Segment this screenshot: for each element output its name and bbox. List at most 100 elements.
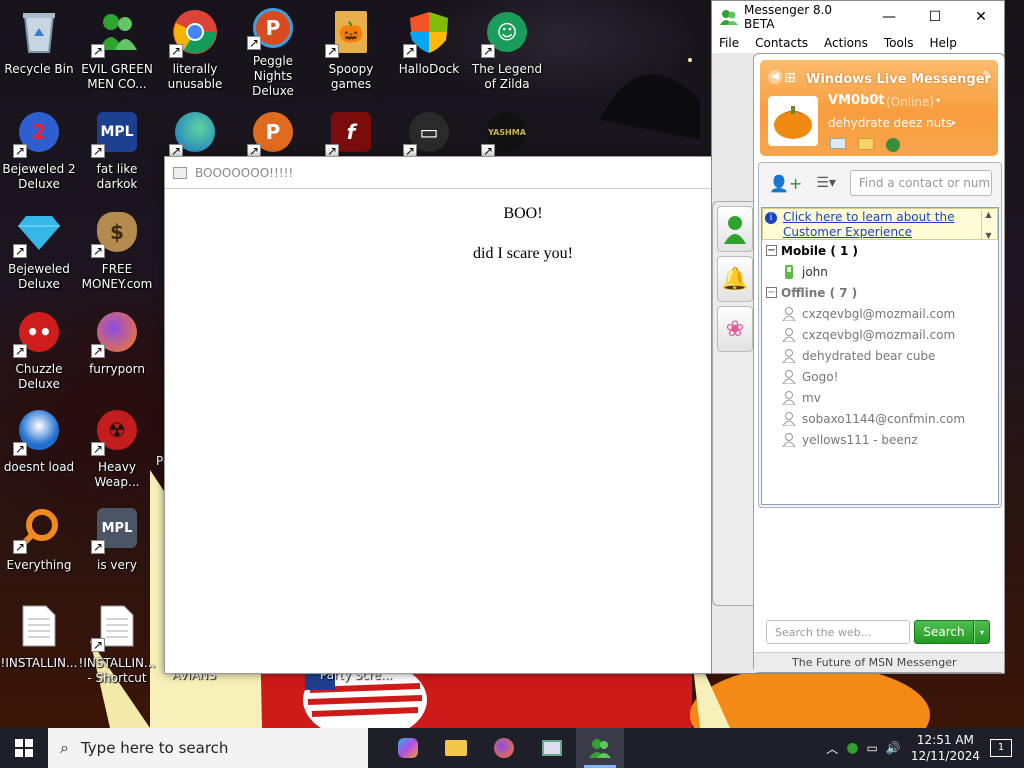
spaces-globe-icon[interactable] xyxy=(886,138,900,152)
group-mobile[interactable]: − Mobile ( 1 ) xyxy=(762,240,998,261)
folder-icon: 🎃 xyxy=(335,11,367,53)
messenger-logo-icon xyxy=(720,9,738,25)
contact-john[interactable]: john xyxy=(762,261,998,282)
menu-tools[interactable]: Tools xyxy=(884,36,914,50)
desktop-icon-peggle-nights[interactable]: P ↗ Peggle Nights Deluxe xyxy=(234,4,312,98)
taskbar-messenger[interactable] xyxy=(576,728,624,768)
collapse-icon[interactable]: − xyxy=(766,287,777,298)
minimize-button[interactable]: — xyxy=(866,1,912,32)
contact-item[interactable]: cxzqevbgl@mozmail.com xyxy=(762,324,998,345)
desktop-icon-is-very[interactable]: MPL ↗ is very xyxy=(78,500,156,592)
offline-person-icon xyxy=(782,369,796,384)
desktop-icon-fat-like-darkok[interactable]: MPL ↗ fat like darkok xyxy=(78,104,156,196)
group-offline[interactable]: − Offline ( 7 ) xyxy=(762,282,998,303)
messenger-title-bar[interactable]: Messenger 8.0 BETA — ☐ ✕ xyxy=(712,1,1004,32)
messenger-window[interactable]: Messenger 8.0 BETA — ☐ ✕ File Contacts A… xyxy=(711,0,1005,674)
notifications-icon[interactable]: 1 xyxy=(990,739,1012,757)
shortcut-arrow-icon: ↗ xyxy=(13,244,27,258)
shortcut-arrow-icon: ↗ xyxy=(247,36,261,50)
desktop-icon-spoopy-games[interactable]: 🎃 ↗ Spoopy games xyxy=(312,4,390,96)
taskbar-popup-app[interactable] xyxy=(528,728,576,768)
menu-contacts[interactable]: Contacts xyxy=(755,36,808,50)
find-contact-input[interactable]: Find a contact or number xyxy=(849,170,992,196)
offline-person-icon xyxy=(782,306,796,321)
scroll-up-icon[interactable]: ▲ xyxy=(985,210,991,219)
network-icon[interactable]: ▭ xyxy=(867,741,878,755)
status-dropdown-icon[interactable]: ▾ xyxy=(936,96,940,105)
contact-item[interactable]: sobaxo1144@confmin.com xyxy=(762,408,998,429)
menu-file[interactable]: File xyxy=(719,36,739,50)
boo-popup-window[interactable]: BOOOOOOO!!!!! BOO! did I scare you! xyxy=(164,156,712,674)
search-icon: ⌕ xyxy=(60,738,69,757)
contact-item[interactable]: mv xyxy=(762,387,998,408)
desktop-icon-thunderbird[interactable]: ↗ doesnt load xyxy=(0,402,78,494)
mail-icon[interactable] xyxy=(830,138,846,149)
desktop-icon-chuzzle[interactable]: •• ↗ Chuzzle Deluxe xyxy=(0,304,78,396)
menu-help[interactable]: Help xyxy=(929,36,956,50)
collapse-icon[interactable]: − xyxy=(766,245,777,256)
tab-contacts[interactable] xyxy=(717,206,753,252)
desktop-icon-firefox[interactable]: ↗ furryporn xyxy=(78,304,156,396)
avatar[interactable] xyxy=(768,96,818,146)
desktop-icon-hallodock[interactable]: ↗ HalloDock xyxy=(390,4,468,96)
tab-fun[interactable]: ❀ xyxy=(717,306,753,352)
butterfly-icon: ❀ xyxy=(725,316,745,342)
web-search-input[interactable]: Search the web... xyxy=(766,620,910,644)
personal-message[interactable]: dehydrate deez nuts xyxy=(828,116,952,130)
shortcut-arrow-icon: ↗ xyxy=(91,144,105,158)
windows-flag-icon: ⊞ xyxy=(784,70,796,86)
customize-brush-icon[interactable]: ✎ xyxy=(982,68,992,82)
search-button[interactable]: Search xyxy=(914,620,974,644)
contact-list-panel: 👤+ ☰▾ Find a contact or number i Click h… xyxy=(758,162,1002,508)
desktop-icon-chrome[interactable]: ↗ literally unusable xyxy=(156,4,234,96)
online-status[interactable]: (Online) xyxy=(886,95,934,109)
desktop-icon-everything[interactable]: ↗ Everything xyxy=(0,500,78,592)
clock[interactable]: 12:51 AM 12/11/2024 xyxy=(911,732,980,764)
taskbar-firefox[interactable] xyxy=(480,728,528,768)
scroll-down-icon[interactable]: ▼ xyxy=(985,231,991,240)
desktop-icon-bejeweled[interactable]: ↗ Bejeweled Deluxe xyxy=(0,204,78,296)
taskbar-search-box[interactable]: ⌕ Type here to search xyxy=(48,728,368,768)
back-arrow-icon[interactable]: ◀ xyxy=(768,70,782,84)
desktop-icon-installing-shortcut[interactable]: ↗ !INSTALLIN... - Shortcut xyxy=(78,598,156,690)
shortcut-arrow-icon: ↗ xyxy=(91,540,105,554)
desktop-icon-evil-green-men[interactable]: ↗ EVIL GREEN MEN CO... xyxy=(78,4,156,96)
contact-item[interactable]: yellows111 - beenz xyxy=(762,429,998,450)
folder-icon[interactable] xyxy=(858,138,874,150)
close-button[interactable]: ✕ xyxy=(958,1,1004,32)
start-button[interactable] xyxy=(0,728,48,768)
desktop-icon-heavy-weapon[interactable]: ☢ ↗ Heavy Weap... xyxy=(78,402,156,494)
menu-actions[interactable]: Actions xyxy=(824,36,868,50)
tab-alerts[interactable]: 🔔 xyxy=(717,256,753,302)
desktop-icon-installing[interactable]: !INSTALLIN... xyxy=(0,598,78,690)
speaker-icon[interactable]: 🔊 xyxy=(886,741,901,755)
notice-scrollbar[interactable]: ▲ ▼ xyxy=(981,210,995,240)
contact-item[interactable]: cxzqevbgl@mozmail.com xyxy=(762,303,998,324)
maximize-button[interactable]: ☐ xyxy=(912,1,958,32)
firefox-icon xyxy=(494,738,514,758)
messenger-main-panel: ◀ ⊞ Windows Live Messenger ✎ VM0b0t (Onl… xyxy=(753,53,1005,673)
shortcut-arrow-icon: ↗ xyxy=(91,244,105,258)
mobile-phone-icon xyxy=(785,264,793,279)
partial-icon-label: P xyxy=(156,454,164,468)
search-dropdown-icon[interactable]: ▾ xyxy=(974,620,990,644)
taskbar-file-explorer[interactable] xyxy=(432,728,480,768)
desktop-icon-free-money[interactable]: $ ↗ FREE MONEY.com xyxy=(78,204,156,296)
messenger-tray-icon[interactable]: ● xyxy=(846,740,858,756)
customer-experience-link[interactable]: Click here to learn about the Customer E… xyxy=(783,210,981,240)
desktop-icon-bejeweled-2[interactable]: 2 ↗ Bejeweled 2 Deluxe xyxy=(0,104,78,196)
view-options-icon[interactable]: ☰▾ xyxy=(816,175,836,191)
desktop-icon-recycle-bin[interactable]: Recycle Bin xyxy=(0,4,78,96)
messenger-side-tabs: 🔔 ❀ xyxy=(712,201,754,606)
recycle-bin-icon xyxy=(23,13,55,53)
add-contact-icon[interactable]: 👤+ xyxy=(769,174,802,193)
message-dropdown-icon[interactable]: ▸ xyxy=(952,118,956,127)
contact-item[interactable]: Gogo! xyxy=(762,366,998,387)
popup-title-bar[interactable]: BOOOOOOO!!!!! xyxy=(165,157,711,189)
taskbar-copilot[interactable] xyxy=(384,728,432,768)
contact-item[interactable]: dehydrated bear cube xyxy=(762,345,998,366)
desktop-icon-legend-of-zilda[interactable]: ☺ ↗ The Legend of Zilda xyxy=(468,4,546,96)
username[interactable]: VM0b0t xyxy=(828,93,885,108)
clock-time: 12:51 AM xyxy=(916,733,974,747)
show-hidden-icons-chevron[interactable]: ︿ xyxy=(826,740,838,757)
